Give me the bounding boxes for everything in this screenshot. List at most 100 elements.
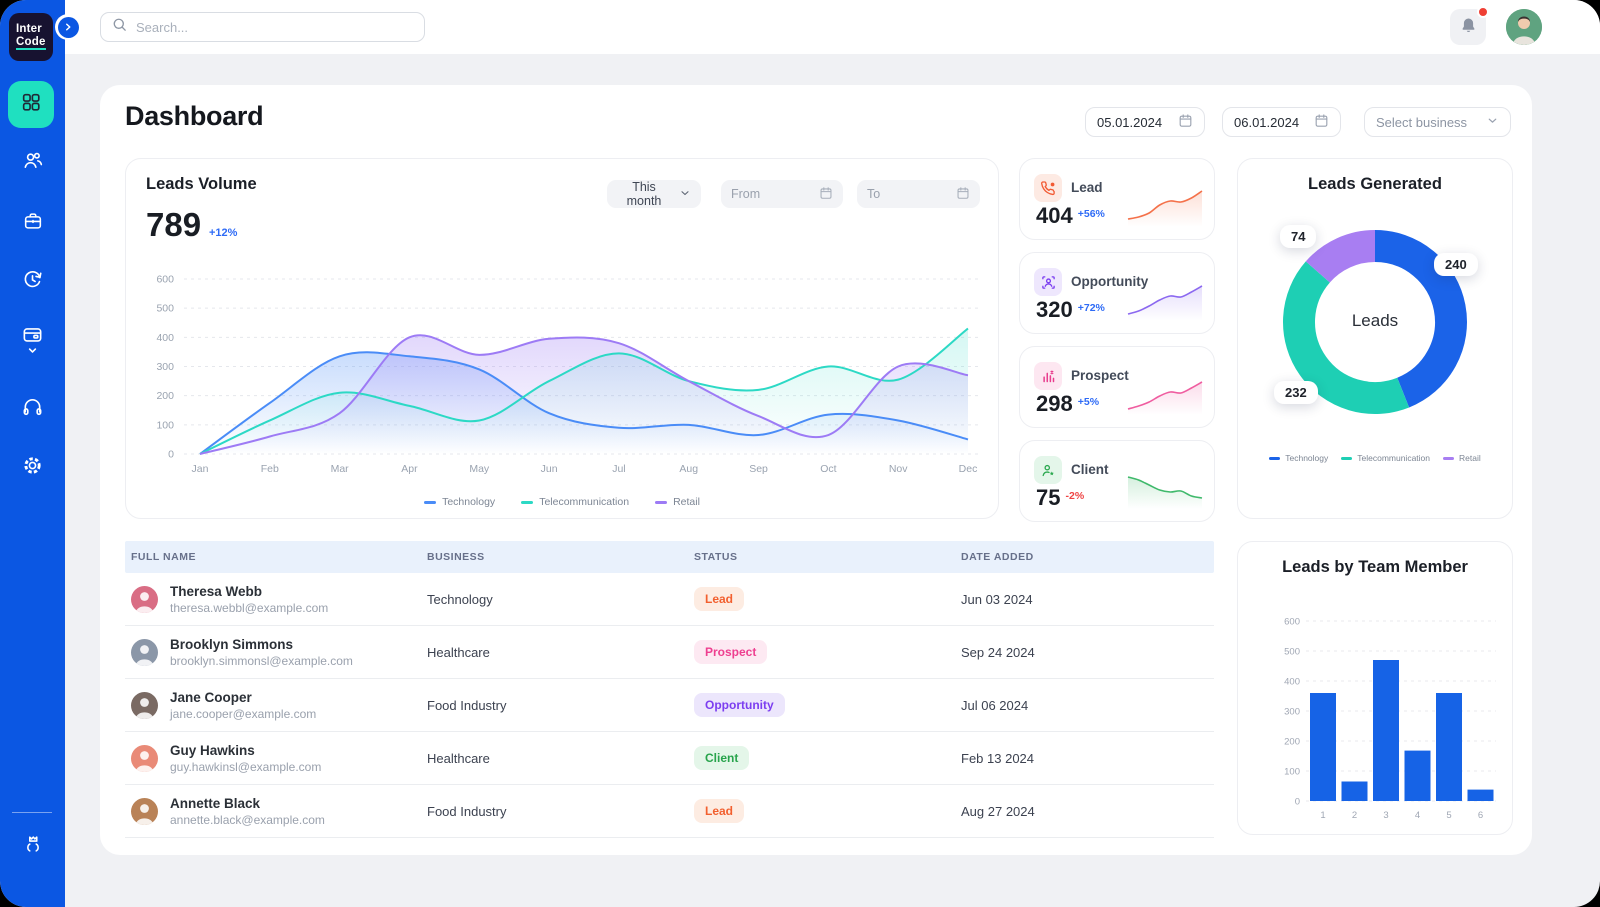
svg-text:Nov: Nov bbox=[889, 463, 908, 475]
col-business: BUSINESS bbox=[421, 551, 688, 563]
table-row[interactable]: Jane Cooper jane.cooper@example.com Food… bbox=[125, 679, 1214, 732]
leads-volume-title: Leads Volume bbox=[146, 175, 257, 194]
from-date-picker[interactable]: From bbox=[721, 180, 843, 208]
chevron-down-icon bbox=[679, 187, 691, 202]
table-row[interactable]: Theresa Webb theresa.webbl@example.com T… bbox=[125, 573, 1214, 626]
brand-mark-icon bbox=[22, 833, 44, 860]
search-input[interactable] bbox=[136, 20, 414, 35]
date-from-value: 05.01.2024 bbox=[1097, 115, 1162, 130]
calendar-icon bbox=[1178, 113, 1193, 131]
leads-volume-delta: +12% bbox=[209, 227, 237, 239]
stat-label: Prospect bbox=[1071, 368, 1129, 383]
svg-text:300: 300 bbox=[1284, 707, 1300, 718]
svg-text:4: 4 bbox=[1415, 810, 1420, 821]
full-name: Guy Hawkins bbox=[170, 743, 321, 758]
date-cell: Jun 03 2024 bbox=[955, 592, 1214, 607]
table-row[interactable]: Guy Hawkins guy.hawkinsl@example.com Hea… bbox=[125, 732, 1214, 785]
topbar bbox=[65, 0, 1600, 54]
dashboard-grid-icon bbox=[20, 91, 42, 118]
sidebar-item-history[interactable] bbox=[0, 258, 65, 306]
svg-text:Aug: Aug bbox=[679, 463, 698, 475]
sidebar-item-settings[interactable] bbox=[0, 444, 65, 492]
logo-line1: Inter bbox=[16, 23, 53, 36]
sidebar-item-brand-mark[interactable] bbox=[0, 822, 65, 870]
chevron-down-icon bbox=[1486, 114, 1499, 130]
stat-value: 75-2% bbox=[1036, 485, 1084, 511]
svg-text:Apr: Apr bbox=[401, 463, 418, 475]
date-cell: Sep 24 2024 bbox=[955, 645, 1214, 660]
person-cell: Theresa Webb theresa.webbl@example.com bbox=[125, 584, 421, 615]
from-placeholder: From bbox=[731, 187, 760, 201]
table-header: FULL NAME BUSINESS STATUS DATE ADDED bbox=[125, 541, 1214, 573]
svg-text:0: 0 bbox=[168, 449, 174, 461]
sidebar-item-payments[interactable] bbox=[0, 318, 65, 366]
wallet-icon bbox=[21, 325, 44, 360]
sidebar-collapse-button[interactable] bbox=[55, 14, 81, 40]
date-from-picker[interactable]: 05.01.2024 bbox=[1085, 107, 1205, 137]
legend-item: Retail bbox=[1443, 453, 1481, 463]
sidebar-item-business[interactable] bbox=[0, 199, 65, 247]
sidebar-item-support[interactable] bbox=[0, 385, 65, 433]
stat-card-prospect: Prospect 298+5% bbox=[1019, 346, 1215, 428]
to-date-picker[interactable]: To bbox=[857, 180, 980, 208]
sparkline bbox=[1126, 277, 1204, 321]
app-window: Inter Code bbox=[0, 0, 1600, 907]
svg-text:100: 100 bbox=[156, 419, 174, 431]
donut-legend: Technology Telecommunication Retail bbox=[1238, 453, 1512, 463]
svg-text:3: 3 bbox=[1383, 810, 1388, 821]
person-cell: Guy Hawkins guy.hawkinsl@example.com bbox=[125, 743, 421, 774]
page-title: Dashboard bbox=[125, 101, 263, 132]
status-badge: Client bbox=[694, 746, 749, 770]
briefcase-icon bbox=[22, 210, 44, 237]
svg-text:200: 200 bbox=[156, 390, 174, 402]
svg-text:May: May bbox=[469, 463, 490, 475]
donut-center-label: Leads bbox=[1238, 311, 1512, 331]
date-to-value: 06.01.2024 bbox=[1234, 115, 1299, 130]
intercode-logo[interactable]: Inter Code bbox=[9, 13, 53, 61]
status-cell: Opportunity bbox=[688, 693, 955, 717]
avatar bbox=[131, 586, 158, 613]
line-chart-legend: Technology Telecommunication Retail bbox=[126, 496, 998, 508]
email: theresa.webbl@example.com bbox=[170, 601, 328, 615]
stat-delta: +5% bbox=[1078, 396, 1099, 408]
leads-table: FULL NAME BUSINESS STATUS DATE ADDED bbox=[125, 541, 1214, 838]
table-body: Theresa Webb theresa.webbl@example.com T… bbox=[125, 573, 1214, 838]
full-name: Annette Black bbox=[170, 796, 325, 811]
stat-value: 404+56% bbox=[1036, 203, 1105, 229]
profile-avatar[interactable] bbox=[1506, 9, 1542, 45]
svg-text:Mar: Mar bbox=[331, 463, 350, 475]
legend-dash bbox=[655, 501, 667, 504]
legend-dash bbox=[1443, 457, 1454, 460]
legend-dash bbox=[424, 501, 436, 504]
table-row[interactable]: Brooklyn Simmons brooklyn.simmonsl@examp… bbox=[125, 626, 1214, 679]
period-select[interactable]: This month bbox=[607, 180, 701, 208]
sidebar: Inter Code bbox=[0, 0, 65, 907]
sidebar-item-dashboard[interactable] bbox=[8, 81, 54, 128]
stat-label: Client bbox=[1071, 462, 1109, 477]
business-select[interactable]: Select business bbox=[1364, 107, 1511, 137]
name-email: Jane Cooper jane.cooper@example.com bbox=[170, 690, 316, 721]
notifications-button[interactable] bbox=[1450, 9, 1486, 45]
svg-text:300: 300 bbox=[156, 361, 174, 373]
users-icon bbox=[21, 149, 44, 177]
svg-text:600: 600 bbox=[156, 274, 174, 286]
full-name: Brooklyn Simmons bbox=[170, 637, 353, 652]
status-cell: Client bbox=[688, 746, 955, 770]
stat-label: Lead bbox=[1071, 180, 1103, 195]
status-badge: Lead bbox=[694, 587, 744, 611]
svg-text:600: 600 bbox=[1284, 617, 1300, 628]
sparkline bbox=[1126, 371, 1204, 415]
col-date-added: DATE ADDED bbox=[955, 551, 1214, 563]
date-to-picker[interactable]: 06.01.2024 bbox=[1222, 107, 1341, 137]
table-row[interactable]: Annette Black annette.black@example.com … bbox=[125, 785, 1214, 838]
to-placeholder: To bbox=[867, 187, 880, 201]
svg-text:Jan: Jan bbox=[192, 463, 209, 475]
business-select-value: Select business bbox=[1376, 115, 1467, 130]
business-cell: Healthcare bbox=[421, 751, 688, 766]
sidebar-item-contacts[interactable] bbox=[0, 139, 65, 187]
person-cell: Brooklyn Simmons brooklyn.simmonsl@examp… bbox=[125, 637, 421, 668]
notification-badge bbox=[1477, 6, 1489, 18]
person-star-icon bbox=[1034, 456, 1062, 484]
svg-text:Jun: Jun bbox=[541, 463, 558, 475]
col-full-name: FULL NAME bbox=[125, 551, 421, 563]
